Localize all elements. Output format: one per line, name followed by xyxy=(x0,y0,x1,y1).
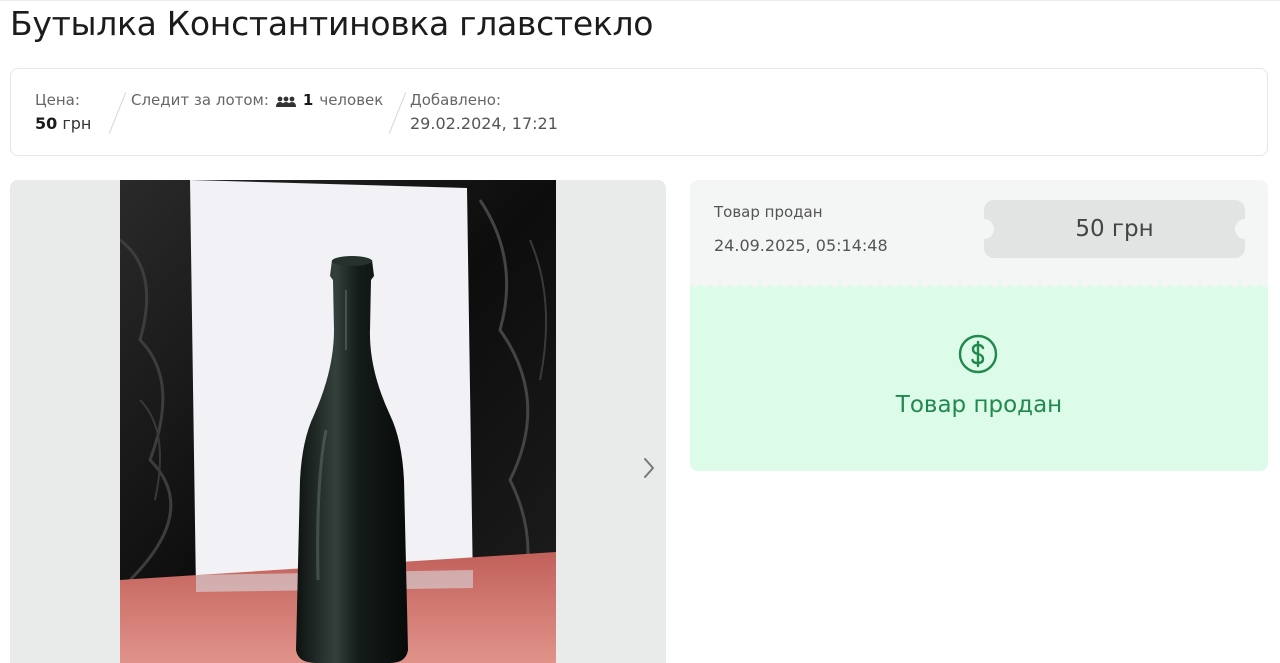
sale-status-label: Товар продан xyxy=(714,203,823,221)
sale-time: 24.09.2025, 05:14:48 xyxy=(714,236,888,255)
info-divider xyxy=(108,92,127,134)
info-divider xyxy=(388,92,407,134)
watchers-label: Следит за лотом: xyxy=(131,91,269,109)
lot-info-bar: Цена: 50 грн Следит за лотом: 1 человек … xyxy=(10,68,1268,156)
price-currency: грн xyxy=(62,114,92,133)
price-value: 50 xyxy=(35,114,58,133)
sale-summary-card: Товар продан 24.09.2025, 05:14:48 50 грн xyxy=(690,180,1268,284)
added-info: Добавлено: 29.02.2024, 17:21 xyxy=(410,91,558,133)
price-info: Цена: 50 грн xyxy=(35,91,91,133)
final-price-badge: 50 грн xyxy=(974,200,1255,258)
added-value: 29.02.2024, 17:21 xyxy=(410,114,558,133)
photo-gallery[interactable] xyxy=(10,180,666,663)
watchers-count: 1 xyxy=(302,91,314,109)
chevron-right-icon[interactable] xyxy=(637,456,661,480)
dollar-circle-icon xyxy=(958,334,998,374)
lot-title: Бутылка Константиновка главстекло xyxy=(10,4,654,43)
people-icon xyxy=(275,94,297,107)
watchers-unit: человек xyxy=(319,91,384,109)
sold-status-text: Товар продан xyxy=(895,392,1063,418)
zigzag-divider xyxy=(690,284,1268,290)
sold-status-box: Товар продан xyxy=(690,284,1268,471)
lot-page: Бутылка Константиновка главстекло Цена: … xyxy=(0,0,1280,663)
lot-photo[interactable] xyxy=(120,180,556,663)
price-value-line: 50 грн xyxy=(35,114,91,133)
top-divider xyxy=(0,0,1280,1)
watchers-info: Следит за лотом: 1 человек xyxy=(131,91,383,109)
final-price: 50 грн xyxy=(1075,216,1154,242)
added-label: Добавлено: xyxy=(410,91,502,109)
price-label: Цена: xyxy=(35,91,80,109)
